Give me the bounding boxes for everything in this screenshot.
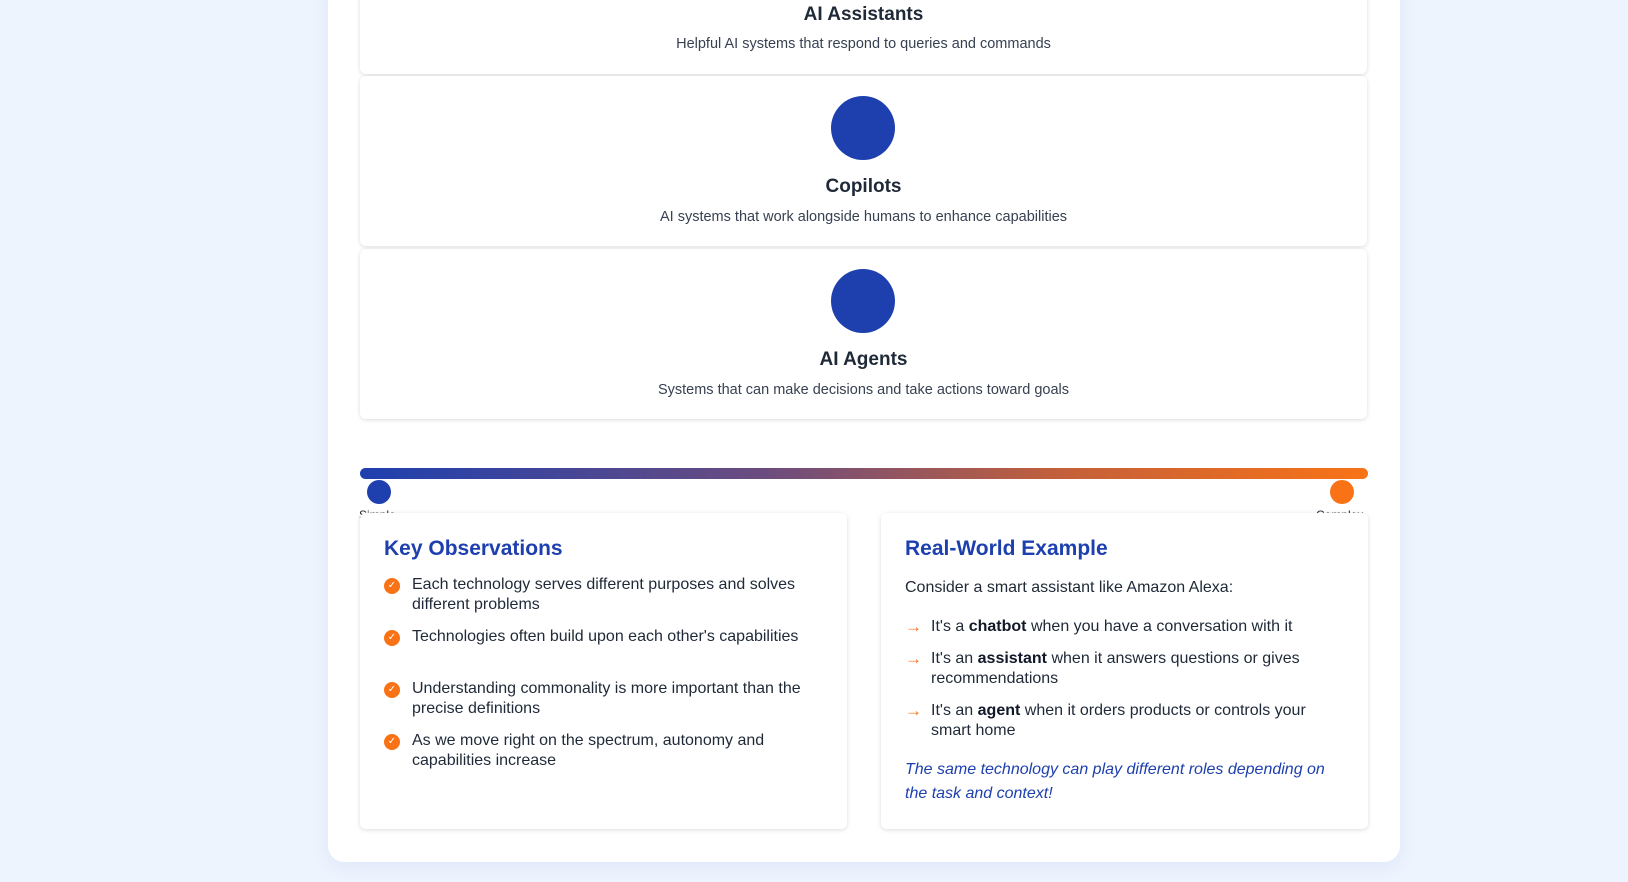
check-circle-icon: ✓	[384, 734, 400, 750]
example-prefix: It's an	[931, 650, 978, 667]
observation-item: ✓ Technologies often build upon each oth…	[384, 627, 814, 679]
tier-title: AI Assistants	[803, 4, 924, 25]
spectrum-end-marker	[1330, 480, 1354, 504]
example-intro: Consider a smart assistant like Amazon A…	[905, 579, 1234, 596]
tier-description: AI systems that work alongside humans to…	[659, 209, 1068, 225]
spectrum-gradient-bar	[360, 468, 1368, 479]
example-item: → It's an assistant when it answers ques…	[905, 649, 1345, 701]
example-keyword: chatbot	[968, 618, 1027, 635]
example-note: The same technology can play different r…	[905, 761, 1325, 802]
observation-item: ✓ Each technology serves different purpo…	[384, 575, 814, 627]
check-circle-icon: ✓	[384, 682, 400, 698]
observation-item: ✓ As we move right on the spectrum, auto…	[384, 731, 814, 783]
tier-card-ai-agents: AI Agents Systems that can make decision…	[360, 249, 1367, 419]
example-prefix: It's a	[931, 618, 969, 635]
tier-card-copilots: Copilots AI systems that work alongside …	[360, 76, 1367, 246]
observation-text: As we move right on the spectrum, autono…	[412, 732, 765, 769]
observation-item: ✓ Understanding commonality is more impo…	[384, 679, 814, 731]
key-observations-heading: Key Observations	[384, 537, 563, 560]
observation-text: Understanding commonality is more import…	[412, 680, 801, 717]
observation-text: Each technology serves different purpose…	[412, 576, 796, 613]
observation-text: Technologies often build upon each other…	[412, 628, 799, 645]
arrow-right-icon: →	[905, 617, 922, 636]
spectrum-start-marker	[367, 480, 391, 504]
check-circle-icon: ✓	[384, 630, 400, 646]
example-suffix: when you have a conversation with it	[1026, 618, 1293, 635]
real-world-example-heading: Real-World Example	[905, 537, 1108, 560]
example-prefix: It's an	[931, 702, 978, 719]
tier-description: Helpful AI systems that respond to queri…	[676, 36, 1051, 52]
tier-card-ai-assistants: AI Assistants Helpful AI systems that re…	[360, 0, 1367, 74]
tier-circle-icon	[831, 269, 895, 333]
tier-title: AI Agents	[819, 349, 908, 370]
arrow-right-icon: →	[905, 649, 922, 668]
tier-circle-icon	[831, 96, 895, 160]
example-keyword: assistant	[977, 650, 1048, 667]
key-observations-card: Key Observations ✓ Each technology serve…	[360, 513, 847, 829]
tier-title: Copilots	[825, 176, 902, 197]
check-circle-icon: ✓	[384, 578, 400, 594]
arrow-right-icon: →	[905, 701, 922, 720]
example-item: → It's a chatbot when you have a convers…	[905, 617, 1345, 649]
tier-description: Systems that can make decisions and take…	[657, 382, 1070, 398]
real-world-example-card: Real-World Example Consider a smart assi…	[881, 513, 1368, 829]
example-item: → It's an agent when it orders products …	[905, 701, 1345, 753]
observations-list: ✓ Each technology serves different purpo…	[384, 575, 814, 783]
example-keyword: agent	[977, 702, 1021, 719]
example-list: → It's a chatbot when you have a convers…	[905, 617, 1345, 753]
